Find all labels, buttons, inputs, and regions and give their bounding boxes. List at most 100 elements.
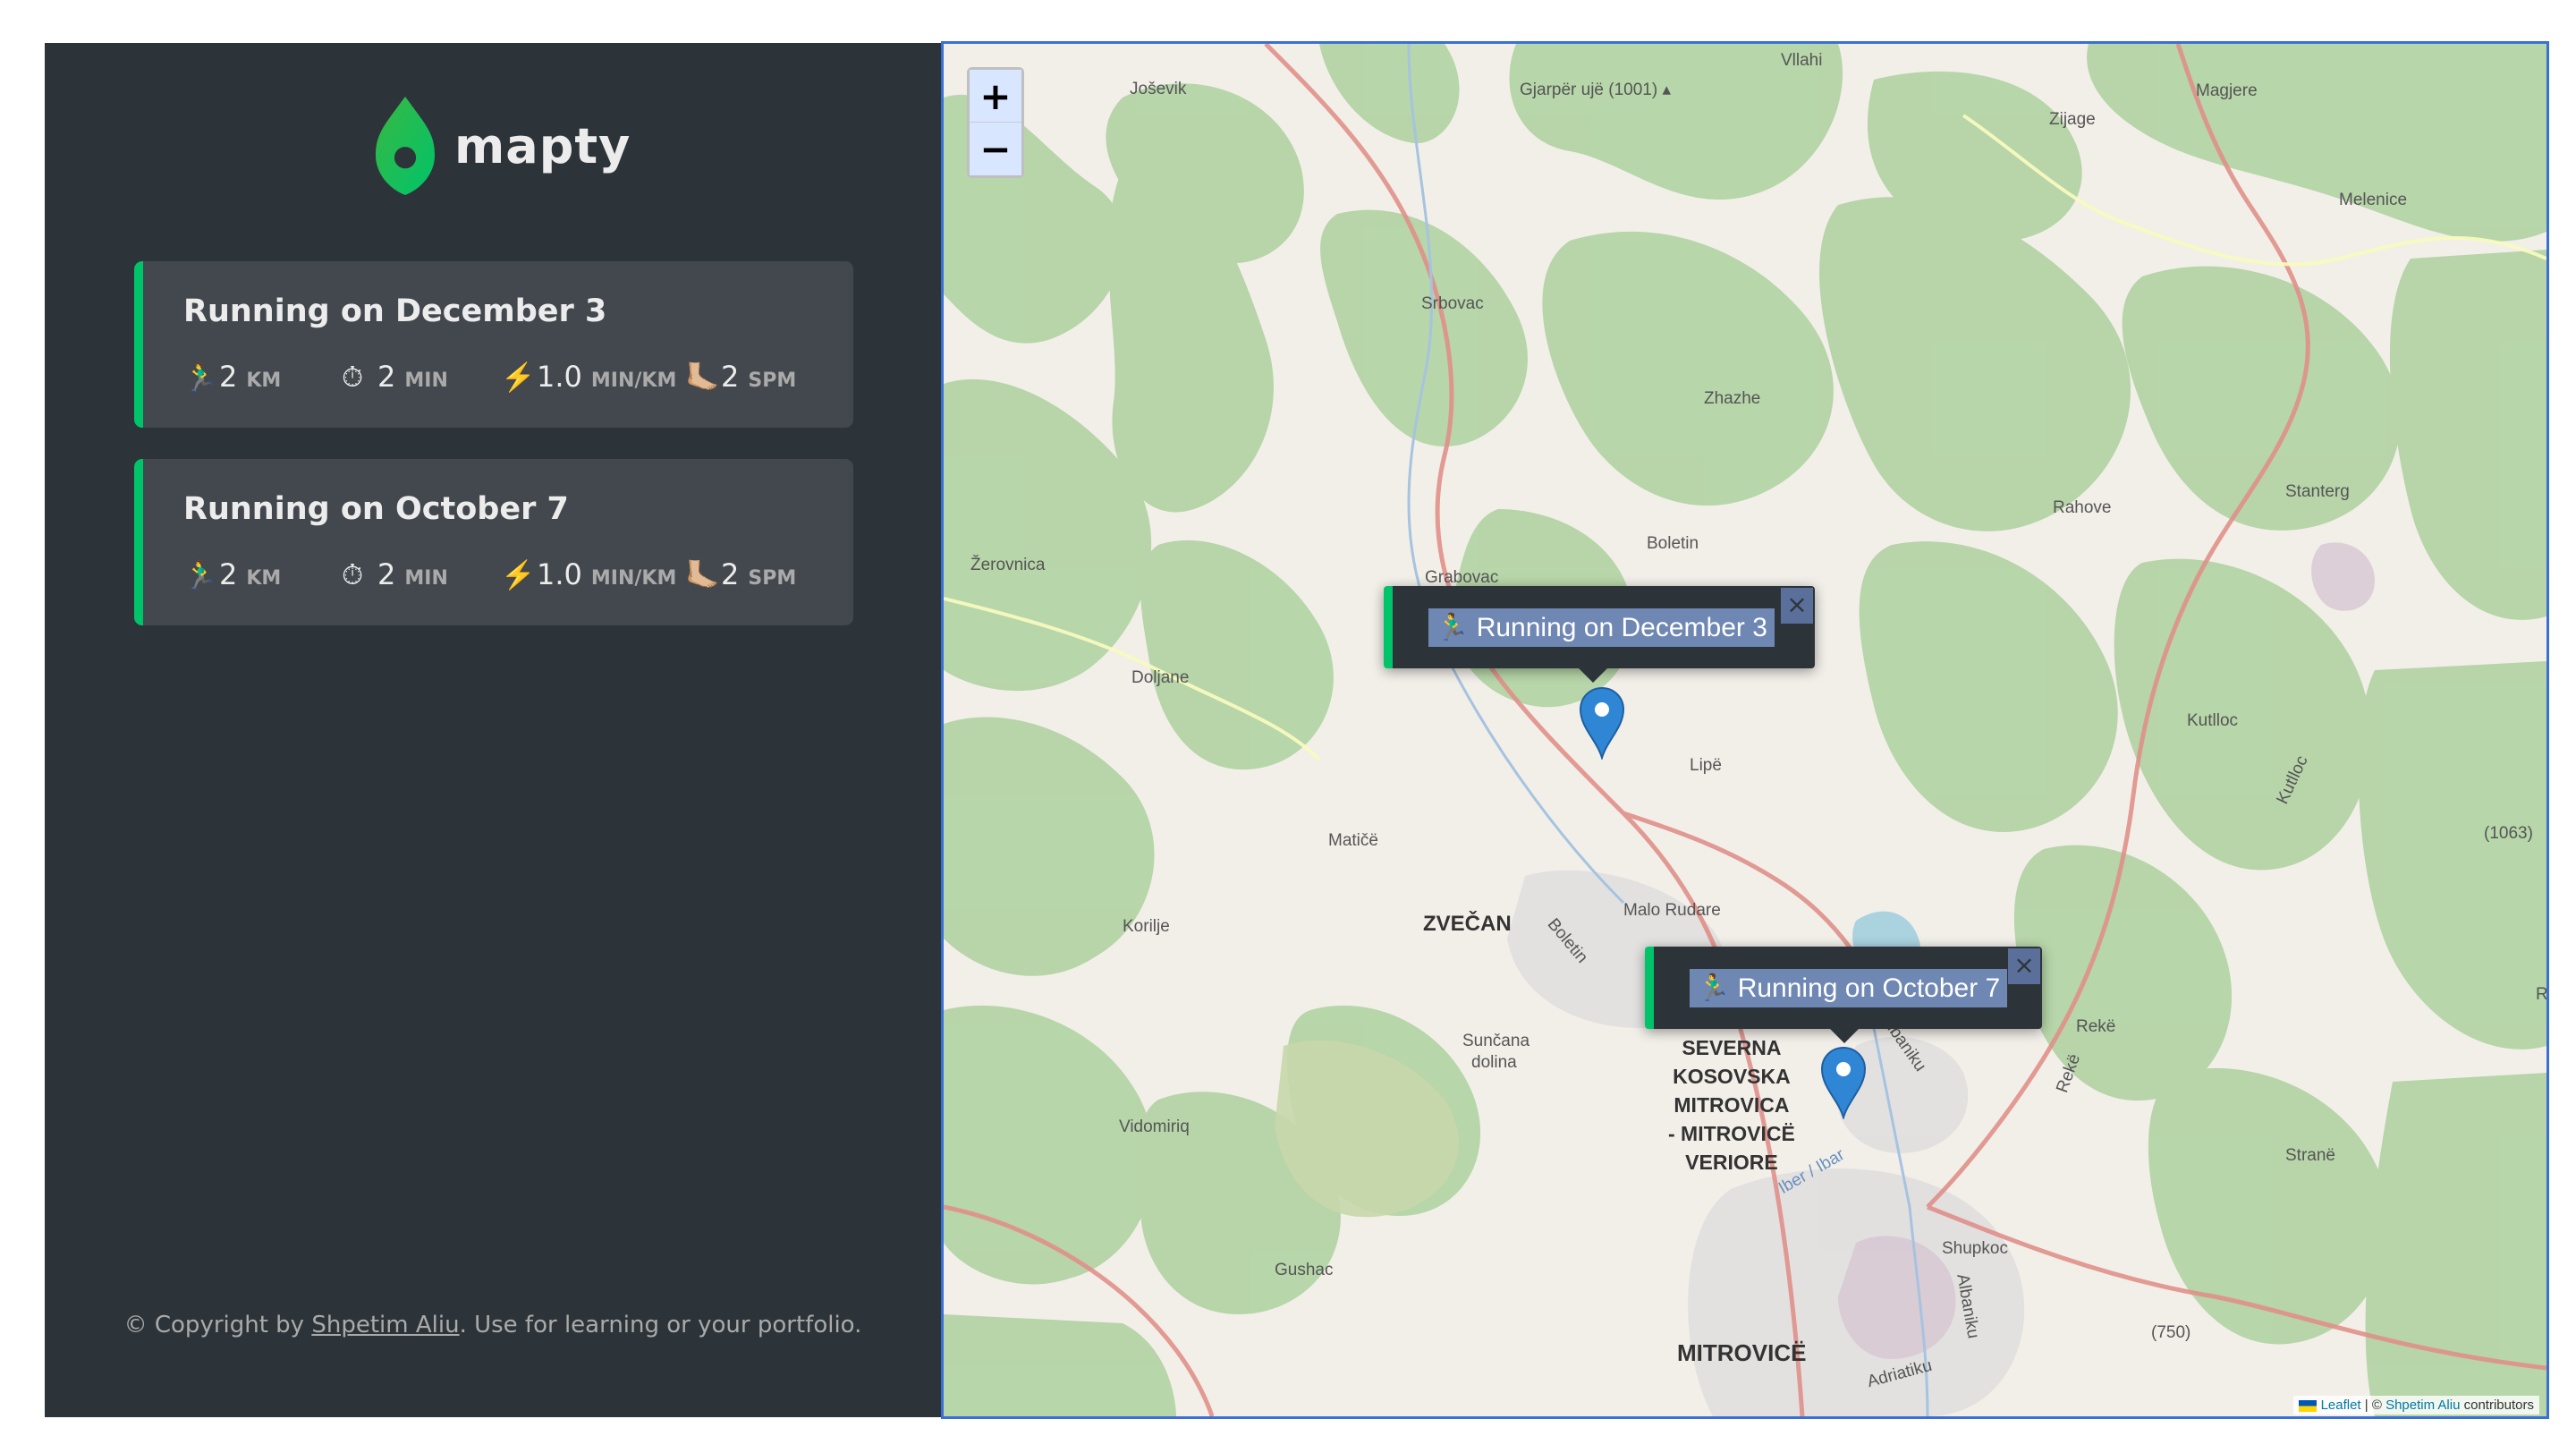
close-icon[interactable]: × (1781, 588, 1813, 624)
logo: mapty (376, 97, 631, 195)
copyright-suffix: . Use for learning or your portfolio. (459, 1312, 862, 1338)
duration-unit: min (404, 567, 448, 590)
copyright-prefix: © Copyright by (123, 1312, 312, 1338)
cadence-unit: spm (748, 370, 797, 392)
map-label: Matičë (1328, 831, 1378, 850)
map-label: Vllahi (1781, 51, 1823, 70)
lightning-icon: ⚡️ (501, 361, 536, 394)
map-label: Stanterg (2285, 482, 2350, 501)
workout-card[interactable]: Running on October 7 🏃‍♂️ 2 km ⏱ 2 min ⚡… (134, 459, 853, 625)
map-label: Lipë (1690, 756, 1722, 775)
city-label: SEVERNA KOSOVSKA MITROVICA - MITROVICË V… (1668, 1033, 1795, 1177)
workout-pace: ⚡️ 1.0 min/km (501, 360, 676, 394)
zoom-in-button[interactable]: + (970, 70, 1021, 123)
workout-duration: ⏱ 2 min (342, 557, 448, 592)
map-label: Boletin (1647, 534, 1699, 553)
map-label: Korilje (1123, 917, 1170, 936)
duration-unit: min (404, 370, 448, 392)
workout-popup[interactable]: 🏃‍♂️ Running on December 3 × (1384, 586, 1815, 683)
leaflet-link[interactable]: Leaflet (2321, 1398, 2361, 1413)
map-label: Doljane (1131, 668, 1190, 687)
workout-card[interactable]: Running on December 3 🏃‍♂️ 2 km ⏱ 2 min … (134, 261, 853, 428)
map-marker-icon[interactable] (1820, 1046, 1867, 1119)
distance-value: 2 (219, 557, 238, 591)
workout-cadence: 🦶🏼 2 spm (685, 557, 796, 591)
popup-text: 🏃‍♂️ Running on October 7 (1690, 968, 2008, 1007)
map-label: ZVEČAN (1423, 912, 1512, 936)
pace-value: 1.0 (537, 360, 582, 394)
map-label: Vidomiriq (1119, 1117, 1190, 1136)
workout-pace: ⚡️ 1.0 min/km (501, 557, 676, 591)
distance-unit: km (246, 370, 282, 392)
foot-icon: 🦶🏼 (685, 361, 720, 394)
stopwatch-icon: ⏱ (342, 361, 364, 394)
runner-icon: 🏃‍♂️ (183, 361, 218, 394)
attribution-suffix: contributors (2460, 1398, 2534, 1413)
zoom-control: + − (967, 67, 1024, 178)
map-label: Zijage (2049, 110, 2096, 129)
attribution-author-link[interactable]: Shpetim Aliu (2385, 1398, 2460, 1413)
map-label: Rahove (2053, 498, 2112, 517)
map-label: Melenice (2339, 191, 2408, 209)
distance-value: 2 (219, 360, 238, 394)
map-label: (1063) (2484, 824, 2533, 843)
map-label: Gushac (1275, 1261, 1334, 1279)
city-label: MITROVICË (1677, 1339, 1807, 1366)
map-label: Sunčana (1462, 1032, 1530, 1050)
map-label: Srbovac (1421, 294, 1484, 313)
foot-icon: 🦶🏼 (685, 559, 720, 591)
runner-icon: 🏃‍♂️ (183, 559, 218, 591)
workout-title: Running on December 3 (183, 293, 607, 329)
map-label: Joševik (1130, 80, 1187, 98)
logo-text: mapty (454, 117, 631, 174)
city-label-line: KOSOVSKA (1673, 1065, 1791, 1088)
city-label-line: - MITROVICË (1668, 1122, 1795, 1145)
map-label: Malo Rudare (1623, 901, 1721, 920)
distance-unit: km (246, 567, 282, 590)
popup-text: 🏃‍♂️ Running on December 3 (1428, 608, 1775, 647)
copyright: © Copyright by Shpetim Aliu. Use for lea… (45, 1312, 941, 1338)
city-label-line: SEVERNA (1682, 1036, 1782, 1059)
popup-tip (1828, 1027, 1860, 1043)
attribution-sep: | © (2360, 1398, 2386, 1413)
map-label: (750) (2151, 1323, 2191, 1342)
workout-distance: 🏃‍♂️ 2 km (183, 360, 281, 394)
stopwatch-icon: ⏱ (342, 559, 364, 591)
map-marker-icon[interactable] (1579, 686, 1625, 760)
map-label: Magjere (2196, 81, 2258, 100)
author-link[interactable]: Shpetim Aliu (311, 1312, 459, 1338)
map-label: Shupkoc (1942, 1239, 2008, 1258)
workout-popup[interactable]: 🏃‍♂️ Running on October 7 × (1645, 947, 2042, 1043)
cadence-value: 2 (721, 557, 740, 591)
ukraine-flag-icon (2299, 1399, 2318, 1412)
map-attribution: Leaflet | © Shpetim Aliu contributors (2293, 1396, 2539, 1415)
pace-unit: min/km (590, 567, 677, 590)
zoom-out-button[interactable]: − (970, 123, 1021, 175)
workout-distance: 🏃‍♂️ 2 km (183, 557, 281, 591)
map-label: Ras (2536, 985, 2548, 1004)
map-label: Zhazhe (1704, 389, 1761, 408)
map[interactable]: Joševik Gjarpër ujë (1001) ▴ Vllahi Magj… (941, 41, 2549, 1419)
workout-title: Running on October 7 (183, 491, 569, 527)
workout-duration: ⏱ 2 min (342, 360, 448, 395)
map-label: Grabovac (1425, 568, 1499, 587)
city-label-line: VERIORE (1685, 1151, 1778, 1174)
map-label: Gjarpër ujë (1001) ▴ (1520, 81, 1672, 99)
map-label: Rekë (2076, 1017, 2116, 1036)
map-label: Stranë (2285, 1146, 2335, 1165)
lightning-icon: ⚡️ (501, 559, 536, 591)
sidebar: mapty Running on December 3 🏃‍♂️ 2 km ⏱ … (45, 43, 941, 1417)
map-tiles[interactable] (944, 44, 2546, 1416)
pace-value: 1.0 (537, 557, 582, 591)
workout-cadence: 🦶🏼 2 spm (685, 360, 796, 394)
map-pin-logo-icon (376, 97, 435, 195)
duration-value: 2 (377, 360, 396, 394)
map-label: Žerovnica (970, 556, 1046, 574)
cadence-unit: spm (748, 567, 797, 590)
popup-tip (1577, 667, 1609, 683)
close-icon[interactable]: × (2008, 948, 2040, 984)
cadence-value: 2 (721, 360, 740, 394)
map-label: dolina (1471, 1053, 1517, 1072)
map-label: Kutlloc (2187, 711, 2239, 730)
city-label-line: MITROVICA (1674, 1093, 1790, 1117)
